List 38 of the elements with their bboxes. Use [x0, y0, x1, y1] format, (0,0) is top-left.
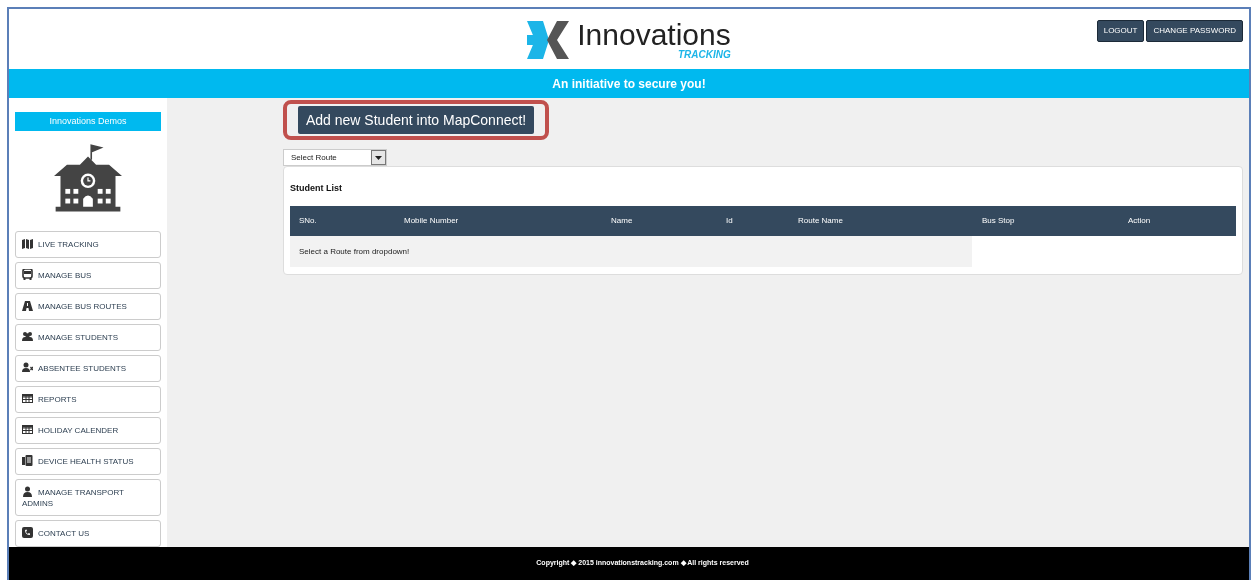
- sidebar-item[interactable]: MANAGE TRANSPORT ADMINS: [15, 479, 161, 516]
- column-header: Action: [1128, 216, 1151, 225]
- header-button[interactable]: LOGOUT: [1096, 20, 1145, 42]
- sidebar-item[interactable]: MANAGE BUS ROUTES: [15, 293, 161, 320]
- empty-message: Select a Route from dropdown!: [290, 236, 972, 267]
- map-icon: [22, 238, 33, 249]
- logo-text: Innovations: [577, 20, 731, 50]
- add-student-button[interactable]: Add new Student into MapConnect!: [298, 106, 535, 134]
- header-button[interactable]: CHANGE PASSWORD: [1146, 20, 1243, 42]
- clipboard-icon: [22, 455, 33, 466]
- sidebar-item[interactable]: HOLIDAY CALENDER: [15, 417, 161, 444]
- table-icon: [22, 424, 33, 435]
- sidebar-item[interactable]: ABSENTEE STUDENTS: [15, 355, 161, 382]
- sidebar-item[interactable]: MANAGE BUS: [15, 262, 161, 289]
- sidebar-item[interactable]: MANAGE STUDENTS: [15, 324, 161, 351]
- route-select[interactable]: Select Route: [283, 149, 387, 166]
- column-header: SNo.: [299, 216, 317, 225]
- sidebar-item[interactable]: DEVICE HEALTH STATUS: [15, 448, 161, 475]
- tagline: An initiative to secure you!: [552, 75, 706, 93]
- column-header: Name: [611, 216, 633, 225]
- sidebar-item[interactable]: REPORTS: [15, 386, 161, 413]
- user-remove-icon: [22, 362, 33, 373]
- column-header: Bus Stop: [982, 216, 1015, 225]
- column-header: Mobile Number: [404, 216, 459, 225]
- user-icon: [22, 486, 33, 497]
- account-label: Innovations Demos: [15, 112, 161, 132]
- card-title: Student List: [290, 182, 343, 195]
- sidebar-item[interactable]: CONTACT US: [15, 520, 161, 547]
- column-header: Route Name: [798, 216, 843, 225]
- users-icon: [22, 331, 33, 342]
- logo-subtext: TRACKING: [677, 50, 731, 60]
- logo-icon: [527, 21, 570, 59]
- table-icon: [22, 393, 33, 404]
- phone-icon: [22, 527, 33, 538]
- sidebar-item[interactable]: LIVE TRACKING: [15, 231, 161, 258]
- bus-icon: [22, 269, 33, 280]
- column-header: Id: [726, 216, 733, 225]
- road-icon: [22, 300, 33, 311]
